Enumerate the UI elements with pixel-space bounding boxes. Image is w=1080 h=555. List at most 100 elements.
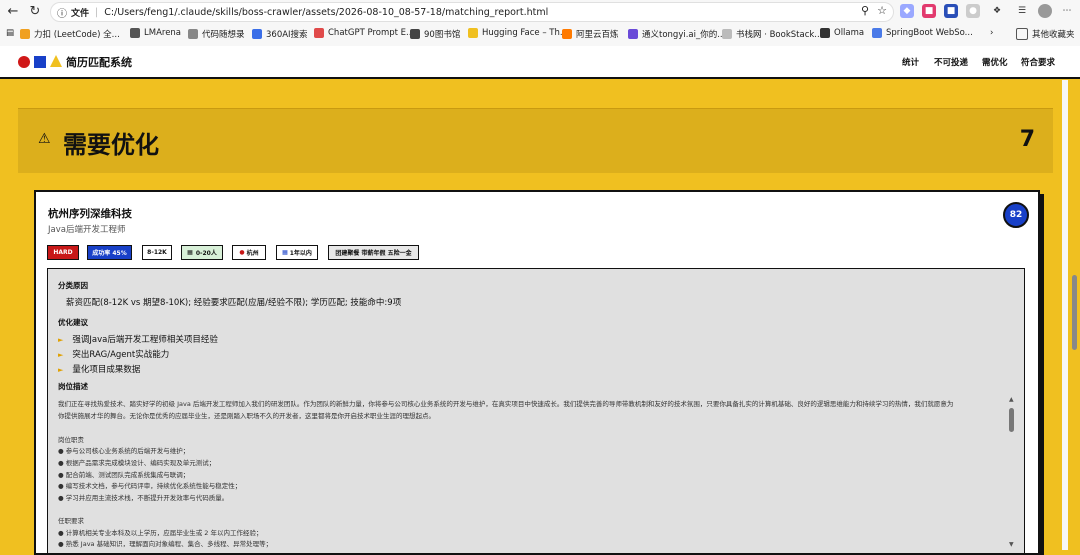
app-header: 简历匹配系统 统计 不可投递 需优化 符合要求 [0,46,1080,79]
success-rate-tag: 成功率 45% [87,245,132,260]
difficulty-tag: HARD [47,245,79,260]
chevron-right-icon[interactable]: › [990,28,993,38]
zoom-icon[interactable]: ⚲ [861,4,869,17]
description-heading: 岗位描述 [58,382,88,391]
other-bookmarks-label: 其他收藏夹 [1032,30,1075,40]
section-count: 7 [1019,127,1035,152]
description-textarea[interactable]: 我们正在寻找热爱技术、踏实好学的初级 Java 后端开发工程师加入我们的研发团队… [58,395,1008,553]
bookmark-label: LMArena [144,28,182,38]
bookmark-item[interactable]: Hugging Face – Th... [468,28,568,38]
address-bar[interactable]: ⓘ 文件 | C:/Users/feng1/.claude/skills/bos… [50,2,894,22]
scrollbar-thumb[interactable] [1009,408,1014,432]
description-line: 任职要求 [58,517,84,525]
bookmark-item[interactable]: 通义tongyi.ai_你的... [628,28,725,40]
nav-needs-optimization[interactable]: 需优化 [982,56,1008,68]
bookmark-item[interactable]: 90图书馆 [410,28,460,40]
salary-tag: 8-12K [142,245,172,260]
reason-heading: 分类原因 [58,281,88,290]
page-scrollbar-thumb[interactable] [1072,275,1077,350]
section-title: 需要优化 [63,131,159,159]
bookmark-item[interactable]: LMArena [130,28,181,38]
bookmark-item[interactable]: 力扣 (LeetCode) 全... [20,28,120,40]
nav-not-applicable[interactable]: 不可投递 [934,56,968,68]
bookmark-item[interactable]: ChatGPT Prompt E... [314,28,414,38]
extensions-puzzle-icon[interactable]: ❖ [990,4,1004,18]
bookmark-label: ChatGPT Prompt E... [328,28,415,38]
extension-gem-icon[interactable]: ◆ [900,4,914,18]
bookmark-item[interactable]: 360AI搜索 [252,28,308,40]
description-line: 你提供施展才华的舞台。无论你是优秀的应届毕业生，还是刚踏入职场不久的开发者，这里… [58,412,435,420]
bookmark-item[interactable]: 书栈网 · BookStack... [722,28,822,40]
company-size-tag: ▦ 0-20人 [181,245,223,260]
bookmark-label: 代码随想录 [202,30,245,40]
suggestion-item: ► 量化项目成果数据 [58,363,140,375]
extension-gray-icon[interactable]: ● [966,4,980,18]
profile-avatar[interactable] [1038,4,1052,18]
description-line: 我们正在寻找热爱技术、踏实好学的初级 Java 后端开发工程师加入我们的研发团队… [58,400,954,408]
benefits-tag: 团建聚餐 带薪年假 五险一金 [328,245,419,260]
bookmark-label: 360AI搜索 [266,30,308,40]
description-line: ● 熟悉 Java 基础知识，理解面向对象编程、集合、多线程、异常处理等； [58,540,273,548]
bookmarks-bar: ▤ 力扣 (LeetCode) 全... LMArena 代码随想录 360AI… [0,24,1080,44]
bookmark-label: 通义tongyi.ai_你的... [642,30,726,40]
description-line: ● 编写技术文档，参与代码评审，持续优化系统性能与稳定性； [58,482,242,490]
section-header: ⚠ 需要优化 7 [18,108,1053,173]
experience-label: 1年以内 [289,250,312,257]
description-line: ● 参与公司核心业务系统的后端开发与维护； [58,447,190,455]
calendar-icon: ▦ [282,249,288,256]
job-title: Java后端开发工程师 [48,225,126,235]
bookmark-item[interactable]: 代码随想录 [188,28,245,40]
experience-tag: ▦ 1年以内 [276,245,318,260]
page-scrollbar[interactable] [1071,80,1078,550]
favorite-star-icon[interactable]: ☆ [877,4,887,17]
description-line: ● 根据产品需求完成模块设计、编码实现及单元测试； [58,459,216,467]
people-icon: ▦ [187,249,193,256]
suggestions-heading: 优化建议 [58,318,88,327]
url-scheme: 文件 [71,8,90,19]
bookmark-label: 书栈网 · BookStack... [736,30,823,40]
company-size-label: 0-20人 [195,250,217,257]
description-line: 岗位职责 [58,436,84,444]
arrow-right-icon: ► [58,366,64,374]
logo-circle-icon [18,56,30,68]
back-icon[interactable]: ← [2,0,24,22]
bookmark-item[interactable]: 阿里云百炼 [562,28,619,40]
bookmark-label: 力扣 (LeetCode) 全... [34,30,120,40]
browser-chrome: ← ↻ ⓘ 文件 | C:/Users/feng1/.claude/skills… [0,0,1080,47]
url-separator: | [95,6,99,18]
warning-icon: ⚠ [38,131,51,147]
reload-icon[interactable]: ↻ [24,0,46,22]
page-gutter [1062,80,1068,550]
bookmark-label: Ollama [834,28,865,38]
description-line: ● 配合前端、测试团队完成系统集成与联调； [58,471,190,479]
more-menu-icon[interactable]: ⋯ [1060,4,1074,18]
address-row: ← ↻ ⓘ 文件 | C:/Users/feng1/.claude/skills… [0,0,1080,23]
bookmark-label: Hugging Face – Th... [482,28,568,38]
nav-qualified[interactable]: 符合要求 [1021,56,1055,68]
bookmarks-toggle-icon[interactable]: ▤ [6,28,14,38]
favorites-icon[interactable]: ☰ [1015,4,1029,18]
nav-stats[interactable]: 统计 [902,56,919,68]
description-scrollbar[interactable]: ▲ ▼ [1008,396,1016,548]
other-bookmarks[interactable]: 其他收藏夹 [1016,28,1075,40]
match-score-badge: 82 [1003,202,1029,228]
extension-blue-icon[interactable]: ■ [944,4,958,18]
scroll-up-icon[interactable]: ▲ [1009,396,1014,403]
detail-panel: 分类原因 薪资匹配(8-12K vs 期望8-10K); 经验要求匹配(应届/经… [47,268,1025,553]
brand-title: 简历匹配系统 [66,56,132,69]
extension-red-icon[interactable]: ■ [922,4,936,18]
suggestion-text: 强调Java后端开发工程师相关项目经验 [72,335,218,345]
bookmark-item[interactable]: Ollama [820,28,864,38]
logo-triangle-icon [50,55,62,67]
url-text[interactable]: C:/Users/feng1/.claude/skills/boss-crawl… [104,7,548,18]
bookmark-item[interactable]: SpringBoot WebSo... [872,28,973,38]
info-icon[interactable]: ⓘ [57,5,67,20]
arrow-right-icon: ► [58,336,64,344]
location-pin-icon: ● [239,249,245,256]
logo-square-icon [34,56,46,68]
description-line: ● 计算机相关专业本科及以上学历，应届毕业生或 2 年以内工作经验； [58,529,263,537]
reason-text: 薪资匹配(8-12K vs 期望8-10K); 经验要求匹配(应届/经验不限);… [66,298,402,308]
scroll-down-icon[interactable]: ▼ [1009,541,1014,548]
suggestion-text: 量化项目成果数据 [72,365,141,375]
bookmark-label: 90图书馆 [424,30,461,40]
